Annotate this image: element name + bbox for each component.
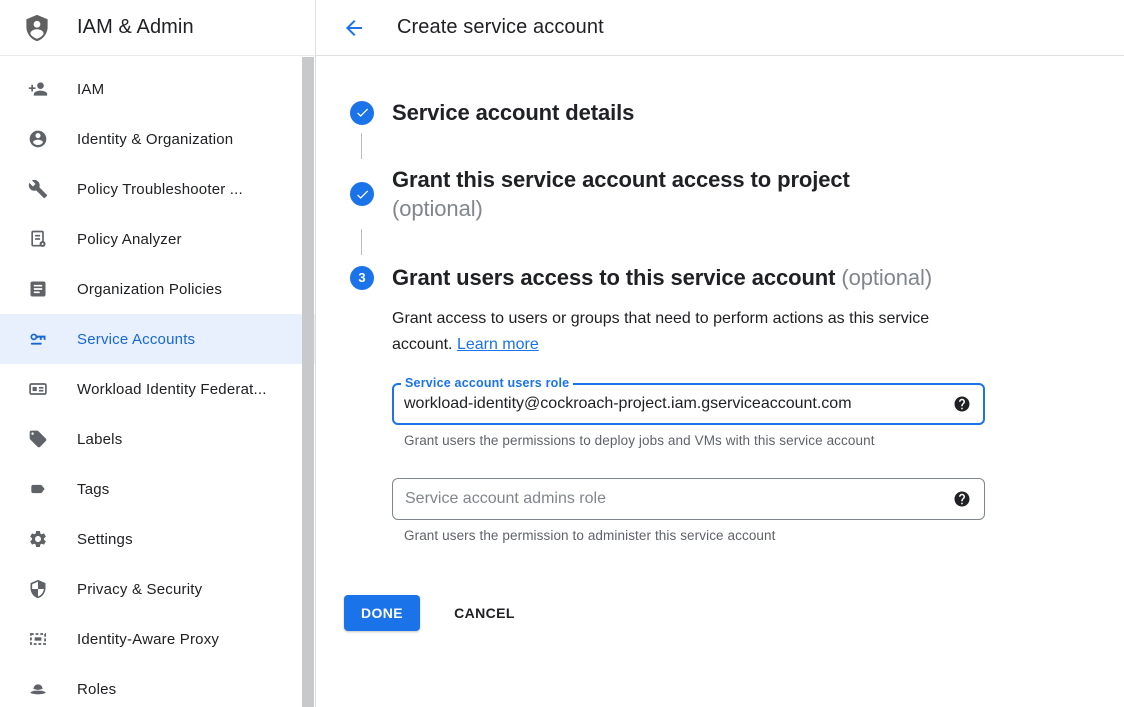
step-3-title: Grant users access to this service accou… bbox=[392, 263, 932, 292]
sidebar-item-label: Identity-Aware Proxy bbox=[77, 631, 219, 648]
roles-hat-icon bbox=[28, 679, 48, 699]
sidebar-item-label: Organization Policies bbox=[77, 281, 222, 298]
step-description: Grant access to users or groups that nee… bbox=[392, 306, 985, 357]
step-3-body: Grant access to users or groups that nee… bbox=[392, 306, 1124, 543]
sidebar-nav: IAM Identity & Organization Policy Troub… bbox=[0, 56, 316, 707]
step-3-optional-label: (optional) bbox=[841, 265, 932, 290]
step-3-number-badge: 3 bbox=[350, 266, 374, 290]
step-1-title[interactable]: Service account details bbox=[392, 98, 634, 127]
product-header: IAM & Admin bbox=[0, 0, 316, 56]
app-title: IAM & Admin bbox=[77, 16, 194, 39]
sidebar-item-label: Labels bbox=[77, 431, 122, 448]
users-role-field-wrap: Service account users role bbox=[392, 383, 985, 425]
sidebar-item-label: Service Accounts bbox=[77, 331, 195, 348]
stepper-connector bbox=[361, 133, 362, 159]
shield-icon bbox=[28, 579, 48, 599]
page-header: Create service account bbox=[316, 0, 1124, 56]
wrench-icon bbox=[28, 179, 48, 199]
policy-analyzer-icon bbox=[28, 229, 48, 249]
account-circle-icon bbox=[28, 129, 48, 149]
back-arrow-icon[interactable] bbox=[342, 16, 366, 40]
admins-role-helper-text: Grant users the permission to administer… bbox=[404, 528, 1124, 543]
sidebar-item-workload-identity-federation[interactable]: Workload Identity Federat... bbox=[0, 364, 315, 414]
proxy-icon bbox=[28, 629, 48, 649]
sidebar-item-labels[interactable]: Labels bbox=[0, 414, 315, 464]
step-2-completed-check-icon bbox=[350, 182, 374, 206]
tag-arrow-icon bbox=[28, 479, 48, 499]
service-accounts-icon bbox=[28, 329, 48, 349]
sidebar-item-label: Policy Analyzer bbox=[77, 231, 182, 248]
sidebar-item-label: Settings bbox=[77, 531, 133, 548]
sidebar-item-label: Identity & Organization bbox=[77, 131, 233, 148]
sidebar-item-organization-policies[interactable]: Organization Policies bbox=[0, 264, 315, 314]
users-role-field-label: Service account users role bbox=[401, 374, 573, 392]
gear-icon bbox=[28, 529, 48, 549]
iam-shield-icon bbox=[22, 11, 52, 45]
main-content: Service account details Grant this servi… bbox=[316, 56, 1124, 707]
sidebar-item-identity-aware-proxy[interactable]: Identity-Aware Proxy bbox=[0, 614, 315, 664]
cancel-button[interactable]: CANCEL bbox=[444, 595, 525, 631]
stepper-connector bbox=[361, 229, 362, 255]
person-add-icon bbox=[28, 79, 48, 99]
step-2-title-block[interactable]: Grant this service account access to pro… bbox=[392, 165, 850, 223]
page-title: Create service account bbox=[397, 16, 604, 39]
sidebar-item-roles[interactable]: Roles bbox=[0, 664, 315, 707]
label-icon bbox=[28, 429, 48, 449]
sidebar-item-policy-troubleshooter[interactable]: Policy Troubleshooter ... bbox=[0, 164, 315, 214]
learn-more-link[interactable]: Learn more bbox=[457, 336, 539, 353]
app-window: IAM & Admin Create service account IAM I… bbox=[0, 0, 1124, 707]
step-3-row: 3 Grant users access to this service acc… bbox=[316, 263, 1124, 292]
admins-role-help-icon[interactable] bbox=[953, 490, 971, 508]
step-1-row: Service account details bbox=[316, 98, 1124, 127]
users-role-helper-text: Grant users the permissions to deploy jo… bbox=[404, 433, 1124, 448]
badge-icon bbox=[28, 379, 48, 399]
done-button[interactable]: DONE bbox=[344, 595, 420, 631]
sidebar-item-label: Roles bbox=[77, 681, 116, 698]
step-2-optional-label: (optional) bbox=[392, 194, 850, 223]
document-icon bbox=[28, 279, 48, 299]
sidebar-item-service-accounts[interactable]: Service Accounts bbox=[0, 314, 315, 364]
users-role-help-icon[interactable] bbox=[953, 395, 971, 413]
sidebar-item-label: Policy Troubleshooter ... bbox=[77, 181, 243, 198]
sidebar-item-tags[interactable]: Tags bbox=[0, 464, 315, 514]
step-2-title[interactable]: Grant this service account access to pro… bbox=[392, 165, 850, 194]
sidebar-item-label: Workload Identity Federat... bbox=[77, 381, 267, 398]
admins-role-field-wrap bbox=[392, 478, 985, 520]
step-1-completed-check-icon bbox=[350, 101, 374, 125]
sidebar-item-label: Tags bbox=[77, 481, 110, 498]
sidebar-item-settings[interactable]: Settings bbox=[0, 514, 315, 564]
sidebar-item-identity-organization[interactable]: Identity & Organization bbox=[0, 114, 315, 164]
sidebar-item-label: Privacy & Security bbox=[77, 581, 202, 598]
sidebar-item-policy-analyzer[interactable]: Policy Analyzer bbox=[0, 214, 315, 264]
sidebar-scrollbar[interactable] bbox=[302, 57, 314, 707]
sidebar-item-label: IAM bbox=[77, 81, 104, 98]
sidebar-item-iam[interactable]: IAM bbox=[0, 64, 315, 114]
step-3-number: 3 bbox=[358, 270, 365, 285]
sidebar-item-privacy-security[interactable]: Privacy & Security bbox=[0, 564, 315, 614]
top-header: IAM & Admin Create service account bbox=[0, 0, 1124, 56]
admins-role-input[interactable] bbox=[392, 478, 985, 520]
action-buttons: DONE CANCEL bbox=[344, 595, 1124, 631]
step-2-row: Grant this service account access to pro… bbox=[316, 165, 1124, 223]
